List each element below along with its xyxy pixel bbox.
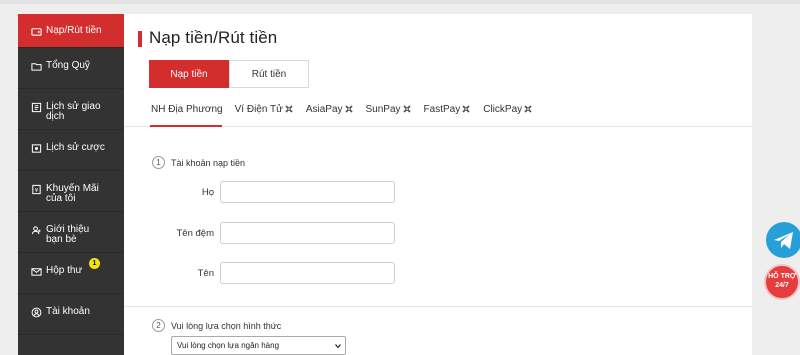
sidebar-item-refer-friends[interactable]: Giới thiệu bạn bè xyxy=(18,212,124,253)
sidebar-item-label: Tài khoản xyxy=(46,306,90,317)
sidebar-item-label: Nạp/Rút tiền xyxy=(46,25,102,36)
page-title: Nạp tiền/Rút tiền xyxy=(149,28,278,47)
refer-icon xyxy=(31,225,42,236)
method-tab-clickpay[interactable]: ClickPay xyxy=(483,102,533,116)
main-panel: Nạp tiền/Rút tiền Nạp tiền Rút tiền NH Đ… xyxy=(124,14,752,355)
bank-select-value: Vui lòng chọn lựa ngân hàng xyxy=(177,341,280,350)
chevron-down-icon xyxy=(335,344,341,349)
maintenance-icon xyxy=(284,104,294,114)
sidebar-item-label: Hộp thư xyxy=(46,265,83,276)
sidebar-item-label: Lịch sử giao dịch xyxy=(46,101,101,122)
sidebar-item-label: Lịch sử cược xyxy=(46,142,105,153)
telegram-button[interactable] xyxy=(766,222,800,258)
sidebar-item-my-promotions[interactable]: ¥ Khuyến Mãi của tôi xyxy=(18,171,124,212)
sidebar-item-total-fund[interactable]: Tổng Quỹ xyxy=(18,48,124,89)
maintenance-icon xyxy=(461,104,471,114)
method-tabs: NH Địa Phương Ví Điện Tử AsiaPay SunPay … xyxy=(151,102,545,116)
folder-icon xyxy=(31,61,42,72)
method-tab-local-bank[interactable]: NH Địa Phương xyxy=(151,102,223,116)
maintenance-icon xyxy=(402,104,412,114)
sidebar: Nạp/Rút tiền Tổng Quỹ Lịch sử giao dịch … xyxy=(18,14,124,355)
promo-icon: ¥ xyxy=(31,184,42,195)
bank-select[interactable]: Vui lòng chọn lựa ngân hàng xyxy=(171,336,346,355)
method-tab-label: ClickPay xyxy=(483,103,523,115)
first-name-input[interactable] xyxy=(220,262,395,284)
support-line-1: HỖ TRỢ xyxy=(768,273,796,280)
title-accent-bar xyxy=(138,31,142,47)
sidebar-item-bet-history[interactable]: Lịch sử cược xyxy=(18,130,124,171)
step-label: Tài khoản nạp tiền xyxy=(171,157,246,168)
maintenance-icon xyxy=(523,104,533,114)
sidebar-item-inbox[interactable]: Hộp thư 1 xyxy=(18,253,124,294)
last-name-input[interactable] xyxy=(220,181,395,203)
step-label: Vui lòng lựa chọn hình thức xyxy=(171,320,282,331)
main-tabs: Nạp tiền Rút tiền xyxy=(149,60,309,88)
method-tab-label: SunPay xyxy=(365,103,401,115)
history-icon xyxy=(31,102,42,113)
step-number: 2 xyxy=(152,319,165,332)
step-2-heading: 2 Vui lòng lựa chọn hình thức xyxy=(152,319,281,332)
method-tab-asiapay[interactable]: AsiaPay xyxy=(306,102,354,116)
section-divider xyxy=(124,306,752,307)
method-tab-label: NH Địa Phương xyxy=(151,103,223,115)
active-tab-underline xyxy=(150,125,222,127)
method-tab-label: AsiaPay xyxy=(305,103,343,115)
top-strip xyxy=(0,0,800,4)
wallet-icon xyxy=(31,26,42,37)
sidebar-item-label: Tổng Quỹ xyxy=(46,60,90,71)
support-button[interactable]: HỖ TRỢ 24/7 xyxy=(764,264,800,300)
method-tab-e-wallet[interactable]: Ví Điện Tử xyxy=(235,102,294,116)
last-name-label: Họ xyxy=(201,187,214,198)
bet-history-icon xyxy=(31,143,42,154)
method-tab-sunpay[interactable]: SunPay xyxy=(366,102,412,116)
sidebar-item-account[interactable]: Tài khoản xyxy=(18,294,124,335)
mail-icon xyxy=(31,266,42,277)
telegram-icon xyxy=(774,232,793,249)
method-tab-fastpay[interactable]: FastPay xyxy=(424,102,472,116)
middle-name-input[interactable] xyxy=(220,222,395,244)
account-icon xyxy=(31,307,42,318)
step-number: 1 xyxy=(152,156,165,169)
step-1-heading: 1 Tài khoản nạp tiền xyxy=(152,156,245,169)
method-tab-label: Ví Điện Tử xyxy=(234,103,283,115)
tab-withdraw[interactable]: Rút tiền xyxy=(229,60,309,88)
sidebar-item-transaction-history[interactable]: Lịch sử giao dịch xyxy=(18,89,124,130)
first-name-label: Tên xyxy=(197,268,214,279)
middle-name-label: Tên đệm xyxy=(176,228,215,239)
method-tab-label: FastPay xyxy=(423,103,461,115)
maintenance-icon xyxy=(344,104,354,114)
svg-text:¥: ¥ xyxy=(35,188,39,194)
sidebar-item-label: Khuyến Mãi của tôi xyxy=(46,183,99,204)
tab-deposit[interactable]: Nạp tiền xyxy=(149,60,229,88)
sidebar-item-deposit-withdraw[interactable]: Nạp/Rút tiền xyxy=(18,14,124,48)
support-line-2: 24/7 xyxy=(775,282,789,289)
inbox-badge: 1 xyxy=(89,258,100,269)
sidebar-item-label: Giới thiệu bạn bè xyxy=(46,224,90,245)
